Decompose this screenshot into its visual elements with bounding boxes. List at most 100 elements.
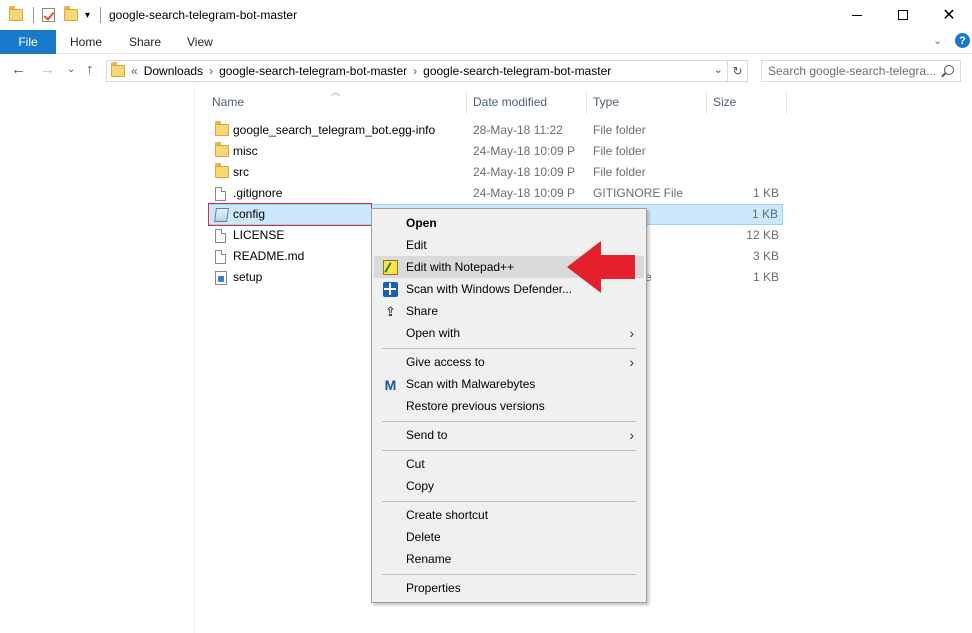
malwarebytes-icon: M [384, 376, 397, 393]
folder-icon [215, 121, 229, 136]
separator [100, 6, 101, 24]
recent-locations-chevron-icon[interactable]: ⌄ [67, 64, 75, 75]
file-name: .gitignore [233, 186, 283, 200]
file-size: 1 KB [751, 207, 778, 221]
folder-icon [111, 62, 125, 77]
file-name: src [233, 165, 249, 179]
sort-ascending-icon: ︿ [331, 87, 341, 97]
file-size: 1 KB [752, 270, 779, 284]
tab-file[interactable]: File [0, 30, 56, 54]
tab-share[interactable]: Share [129, 30, 161, 54]
file-size: 1 KB [752, 186, 779, 200]
file-name: google_search_telegram_bot.egg-info [233, 123, 436, 137]
quick-access-dropdown-icon[interactable]: ▾ [85, 6, 90, 24]
folder-icon [215, 163, 229, 178]
menu-separator [382, 574, 636, 575]
column-header-type[interactable]: Type [593, 92, 619, 112]
menu-separator [382, 501, 636, 502]
breadcrumb-project[interactable]: google-search-telegram-bot-master [219, 64, 407, 78]
breadcrumb-separator[interactable]: › [413, 64, 417, 78]
highlight-box [208, 203, 372, 226]
breadcrumb-separator[interactable]: › [209, 64, 213, 78]
search-placeholder: Search google-search-telegra... [768, 64, 937, 78]
notepad-plus-plus-icon [383, 260, 398, 275]
menu-item-send-to[interactable]: Send to › [374, 424, 644, 446]
submenu-arrow-icon: › [629, 354, 634, 370]
menu-item-rename[interactable]: Rename [374, 548, 644, 570]
menu-item-give-access[interactable]: Give access to › [374, 351, 644, 373]
ribbon: File Home Share View ⌄ ? [0, 30, 972, 54]
new-folder-icon[interactable] [64, 6, 78, 24]
search-icon [944, 65, 954, 75]
up-arrow-icon[interactable]: ↑ [86, 61, 94, 78]
menu-item-delete[interactable]: Delete [374, 526, 644, 548]
file-type: File folder [593, 165, 646, 179]
column-header-size[interactable]: Size [713, 92, 736, 112]
column-header-date[interactable]: Date modified [473, 92, 547, 112]
file-date: 24-May-18 10:09 P [473, 144, 576, 158]
help-icon[interactable]: ? [955, 33, 970, 48]
annotation-arrow-icon [567, 241, 635, 293]
file-type: File folder [593, 123, 646, 137]
tab-view[interactable]: View [187, 30, 213, 54]
share-icon: ⇪ [385, 304, 396, 319]
file-date: 28-May-18 11:22 [473, 123, 563, 137]
maximize-button[interactable] [880, 0, 926, 30]
column-divider[interactable] [466, 90, 467, 114]
file-type: File folder [593, 144, 646, 158]
forward-arrow-icon[interactable]: → [40, 61, 55, 78]
submenu-arrow-icon: › [629, 427, 634, 443]
navigation-pane-divider [194, 87, 195, 633]
file-name: README.md [233, 249, 305, 263]
menu-item-create-shortcut[interactable]: Create shortcut [374, 504, 644, 526]
file-row[interactable]: src 24-May-18 10:09 P File folder [208, 162, 783, 183]
windows-defender-icon [383, 282, 398, 297]
column-header-name[interactable]: Name [212, 92, 244, 112]
breadcrumb-downloads[interactable]: Downloads [144, 64, 203, 78]
menu-item-restore[interactable]: Restore previous versions [374, 395, 644, 417]
window-title: google-search-telegram-bot-master [109, 8, 298, 22]
back-arrow-icon[interactable]: ← [11, 61, 26, 78]
column-divider[interactable] [786, 90, 787, 114]
menu-item-share[interactable]: ⇪ Share [374, 300, 644, 322]
menu-item-properties[interactable]: Properties [374, 577, 644, 599]
breadcrumb-project-inner[interactable]: google-search-telegram-bot-master [423, 64, 611, 78]
expand-ribbon-chevron-icon[interactable]: ⌄ [933, 34, 942, 47]
refresh-icon[interactable]: ↻ [728, 60, 748, 82]
folder-icon [215, 142, 229, 157]
column-divider[interactable] [706, 90, 707, 114]
menu-separator [382, 450, 636, 451]
title-bar: ▾ google-search-telegram-bot-master ✕ [0, 0, 972, 30]
minimize-button[interactable] [834, 0, 880, 30]
menu-item-scan-malwarebytes[interactable]: M Scan with Malwarebytes [374, 373, 644, 395]
menu-separator [382, 421, 636, 422]
file-icon [215, 187, 226, 201]
search-input[interactable]: Search google-search-telegra... [761, 60, 961, 82]
menu-separator [382, 348, 636, 349]
file-row[interactable]: misc 24-May-18 10:09 P File folder [208, 141, 783, 162]
menu-item-open-with[interactable]: Open with › [374, 322, 644, 344]
file-row[interactable]: google_search_telegram_bot.egg-info 28-M… [208, 120, 783, 141]
close-button[interactable]: ✕ [926, 0, 972, 30]
file-size: 3 KB [752, 249, 779, 263]
menu-item-open[interactable]: Open [374, 212, 644, 234]
file-row[interactable]: .gitignore 24-May-18 10:09 P GITIGNORE F… [208, 183, 783, 204]
address-dropdown-chevron-icon[interactable]: ⌄ [714, 63, 723, 76]
properties-check-icon[interactable] [42, 6, 55, 24]
file-type: GITIGNORE File [593, 186, 684, 200]
file-name: LICENSE [233, 228, 285, 242]
tab-home[interactable]: Home [70, 30, 102, 54]
menu-item-copy[interactable]: Copy [374, 475, 644, 497]
separator [33, 6, 34, 24]
submenu-arrow-icon: › [629, 325, 634, 341]
menu-item-cut[interactable]: Cut [374, 453, 644, 475]
file-icon [215, 250, 226, 264]
address-bar[interactable]: « Downloads › google-search-telegram-bot… [106, 60, 728, 82]
overflow-chevron[interactable]: « [131, 64, 138, 78]
file-size: 12 KB [746, 228, 779, 242]
folder-icon [9, 6, 23, 24]
python-icon [215, 271, 227, 285]
column-divider[interactable] [586, 90, 587, 114]
file-date: 24-May-18 10:09 P [473, 165, 576, 179]
file-icon [215, 229, 226, 243]
